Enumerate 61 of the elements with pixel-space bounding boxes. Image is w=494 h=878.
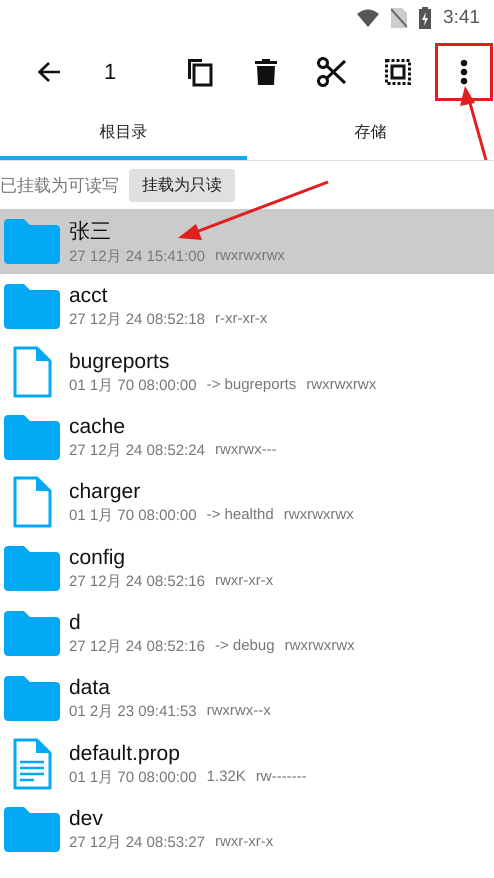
copy-icon <box>186 57 214 87</box>
mount-read-only-button[interactable]: 挂载为只读 <box>129 168 235 202</box>
file-details: 27 12月 24 08:52:16 <box>69 572 205 591</box>
back-arrow-icon <box>37 61 61 83</box>
file-details: rwxrwxrwx <box>306 376 376 395</box>
battery-charging-icon <box>419 7 432 29</box>
file-details: 1.32K <box>206 768 246 787</box>
file-row[interactable]: 张三 27 12月 24 15:41:00 rwxrwxrwx <box>0 209 494 274</box>
folder-icon <box>4 806 60 852</box>
file-details: rwxrwxrwx <box>284 506 354 526</box>
folder-icon <box>4 219 60 264</box>
file-details: 27 12月 24 08:52:24 <box>69 441 205 460</box>
wifi-icon <box>357 9 380 27</box>
file-name: default.prop <box>69 742 181 766</box>
more-button[interactable] <box>435 43 493 101</box>
file-name: dev <box>69 806 104 831</box>
file-name: d <box>69 610 82 635</box>
file-name: bugreports <box>69 350 170 374</box>
file-details: -> bugreports <box>206 376 296 395</box>
file-details: 27 12月 24 08:53:27 <box>69 832 205 852</box>
file-details: 27 12月 24 08:52:16 <box>69 636 205 656</box>
folder-icon <box>4 610 60 656</box>
tab[interactable]: 存储 <box>247 108 494 160</box>
cut-icon <box>317 57 347 87</box>
file-name: cache <box>69 415 126 440</box>
file-details: -> healthd <box>206 506 274 526</box>
status-time: 3:41 <box>443 7 480 29</box>
file-details: 27 12月 24 08:52:18 <box>69 310 205 330</box>
file-name: data <box>69 676 111 700</box>
file-details: 01 1月 70 08:00:00 <box>69 506 197 526</box>
file-details: rwxrwxrwx <box>284 636 355 656</box>
file-name: charger <box>69 480 142 504</box>
file-details: rwxrwx--x <box>206 702 271 722</box>
folder-icon <box>4 415 60 460</box>
file-details: rw------- <box>256 768 307 787</box>
more-icon <box>460 59 468 85</box>
mount-status: 已挂载为可读写 <box>0 174 119 196</box>
file-icon <box>12 476 52 530</box>
file-details: -> debug <box>214 636 275 656</box>
file-name: config <box>69 546 126 570</box>
file-details: 01 1月 70 08:00:00 <box>69 376 197 395</box>
file-name: acct <box>69 284 109 308</box>
selection-count: 1 <box>104 59 116 85</box>
folder-icon <box>4 676 60 722</box>
tab[interactable]: 根目录 <box>0 108 247 160</box>
file-name: 张三 <box>69 219 112 246</box>
file-details: r-xr-xr-x <box>214 310 268 330</box>
folder-icon <box>4 546 60 591</box>
file-details: 27 12月 24 15:41:00 <box>69 247 205 266</box>
delete-icon <box>255 59 277 85</box>
file-details: 01 1月 70 08:00:00 <box>69 768 197 787</box>
file-details: rwxrwx--- <box>214 441 277 460</box>
folder-icon <box>4 284 60 330</box>
file-details: rwxr-xr-x <box>214 832 274 852</box>
file-details: 01 2月 23 09:41:53 <box>69 702 197 722</box>
file-details: rwxr-xr-x <box>214 572 274 591</box>
no-sim-icon <box>391 8 408 28</box>
select-all-icon <box>385 59 411 85</box>
text-file-icon <box>12 738 52 791</box>
file-details: rwxrwxrwx <box>214 247 285 266</box>
file-icon <box>12 346 52 399</box>
